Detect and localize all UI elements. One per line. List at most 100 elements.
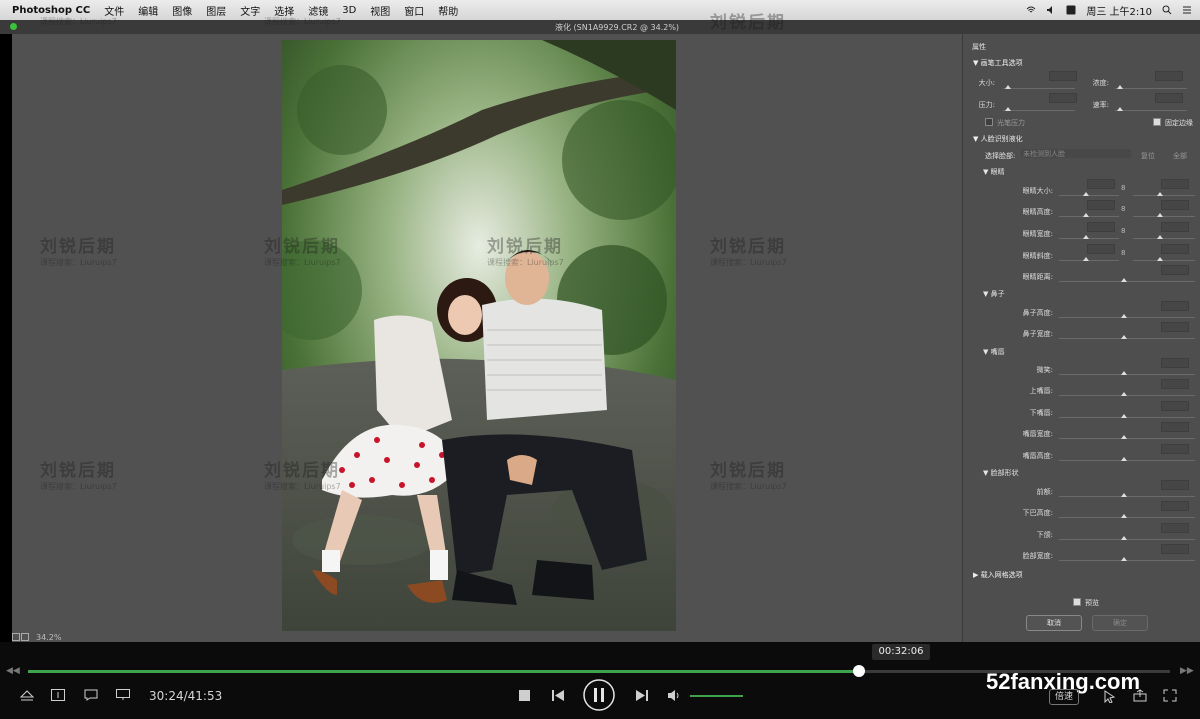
checkbox-preview[interactable] [1073, 598, 1081, 606]
section-eyes[interactable]: ▼ 眼睛 [983, 167, 1005, 177]
menu-select[interactable]: 选择 [274, 3, 294, 18]
menu-view[interactable]: 视图 [370, 3, 390, 18]
menu-type[interactable]: 文字 [240, 3, 260, 18]
cancel-button[interactable]: 取消 [1026, 615, 1082, 631]
slider-value-field[interactable] [1161, 401, 1189, 411]
share-icon[interactable] [1133, 689, 1147, 702]
slider-knob[interactable] [1083, 192, 1089, 196]
slider-knob[interactable] [1083, 257, 1089, 261]
slider-knob[interactable] [1121, 514, 1127, 518]
pause-button[interactable] [583, 679, 615, 711]
slider-value-field[interactable] [1161, 301, 1189, 311]
link-icon[interactable]: 8 [1121, 205, 1125, 213]
face-slider[interactable] [1059, 417, 1195, 418]
slider-value-field[interactable] [1161, 379, 1189, 389]
face-slider[interactable] [1059, 195, 1119, 196]
liquify-canvas[interactable]: 课程搜索：Liuruips7 刘锐后期 课程搜索：Liuruips7 刘锐后期 课程… [12, 13, 962, 642]
slider-knob[interactable] [1157, 213, 1163, 217]
comment-icon[interactable] [84, 689, 98, 701]
face-slider[interactable] [1133, 260, 1195, 261]
slider-value-field[interactable] [1087, 244, 1115, 254]
face-slider[interactable] [1059, 560, 1195, 561]
slider-knob[interactable] [1157, 257, 1163, 261]
eject-icon[interactable] [20, 690, 34, 702]
slider-value-field[interactable] [1161, 222, 1189, 232]
slider-knob[interactable] [1121, 435, 1127, 439]
face-slider[interactable] [1059, 438, 1195, 439]
slider-knob[interactable] [1121, 493, 1127, 497]
face-slider[interactable] [1059, 539, 1195, 540]
photo-couple-on-rock[interactable] [282, 40, 676, 631]
app-menu[interactable]: Photoshop CC [12, 5, 90, 16]
slider-knob[interactable] [1121, 371, 1127, 375]
skip-forward-icon[interactable]: ▶▶ [1180, 666, 1194, 676]
slider-value-field[interactable] [1161, 523, 1189, 533]
menu-window[interactable]: 窗口 [404, 3, 424, 18]
menu-edit[interactable]: 编辑 [138, 3, 158, 18]
skip-back-icon[interactable]: ◀◀ [6, 666, 20, 676]
face-slider[interactable] [1059, 260, 1119, 261]
section-mouth[interactable]: ▼ 嘴唇 [983, 347, 1005, 357]
slider-knob[interactable] [1121, 392, 1127, 396]
slider-value-field[interactable] [1161, 179, 1189, 189]
face-slider[interactable] [1059, 216, 1119, 217]
slider-knob[interactable] [1157, 192, 1163, 196]
cursor-icon[interactable] [1103, 690, 1117, 703]
clock[interactable]: 周三 上午2:10 [1086, 3, 1152, 18]
slider-knob[interactable] [1083, 235, 1089, 239]
field-brush-density[interactable] [1155, 71, 1183, 81]
menu-layer[interactable]: 图层 [206, 3, 226, 18]
speed-button[interactable]: 倍速 [1049, 689, 1079, 705]
select-face-dropdown[interactable]: 未检测到人脸 [1021, 149, 1131, 158]
window-zoom-button[interactable] [10, 23, 17, 30]
fullscreen-icon[interactable] [1163, 689, 1177, 702]
face-slider[interactable] [1059, 517, 1195, 518]
face-slider[interactable] [1059, 460, 1195, 461]
slider-knob[interactable] [1121, 314, 1127, 318]
slider-value-field[interactable] [1161, 244, 1189, 254]
face-slider[interactable] [1059, 395, 1195, 396]
face-slider[interactable] [1059, 374, 1195, 375]
slider-knob[interactable] [1005, 85, 1011, 89]
face-slider[interactable] [1059, 338, 1195, 339]
search-icon[interactable] [1162, 5, 1172, 15]
menu-file[interactable]: 文件 [104, 3, 124, 18]
screen-icon[interactable] [116, 689, 130, 701]
slider-knob[interactable] [1121, 414, 1127, 418]
section-brush-options[interactable]: ▼ 画笔工具选项 [973, 58, 1023, 68]
slider-brush-rate[interactable] [1115, 110, 1187, 111]
slider-value-field[interactable] [1161, 322, 1189, 332]
slider-value-field[interactable] [1161, 422, 1189, 432]
reset-button[interactable]: 复位 [1141, 151, 1155, 161]
face-slider[interactable] [1059, 317, 1195, 318]
checkbox-pin-edges[interactable] [1153, 118, 1161, 126]
volume-slider[interactable] [690, 695, 743, 697]
slider-knob[interactable] [1121, 335, 1127, 339]
face-slider[interactable] [1059, 281, 1195, 282]
slider-knob[interactable] [1157, 235, 1163, 239]
slider-value-field[interactable] [1161, 265, 1189, 275]
face-slider[interactable] [1133, 216, 1195, 217]
ok-button[interactable]: 确定 [1092, 615, 1148, 631]
slider-knob[interactable] [1005, 107, 1011, 111]
progress-handle[interactable] [853, 665, 866, 677]
slider-value-field[interactable] [1087, 179, 1115, 189]
face-slider[interactable] [1059, 496, 1195, 497]
field-brush-rate[interactable] [1155, 93, 1183, 103]
slider-value-field[interactable] [1161, 501, 1189, 511]
face-slider[interactable] [1059, 238, 1119, 239]
volume-icon[interactable] [1046, 5, 1056, 15]
slider-brush-density[interactable] [1115, 88, 1187, 89]
menu-3d[interactable]: 3D [342, 5, 356, 16]
slider-value-field[interactable] [1161, 444, 1189, 454]
menu-image[interactable]: 图像 [172, 3, 192, 18]
slider-brush-pressure[interactable] [1003, 110, 1075, 111]
slider-knob[interactable] [1121, 536, 1127, 540]
slider-value-field[interactable] [1087, 200, 1115, 210]
slider-knob[interactable] [1117, 85, 1123, 89]
next-icon[interactable] [635, 689, 649, 702]
zoom-level[interactable]: 34.2% [36, 633, 61, 642]
slider-value-field[interactable] [1161, 358, 1189, 368]
all-button[interactable]: 全部 [1173, 151, 1187, 161]
section-load-mesh[interactable]: ▶ 载入网格选项 [973, 570, 1023, 580]
